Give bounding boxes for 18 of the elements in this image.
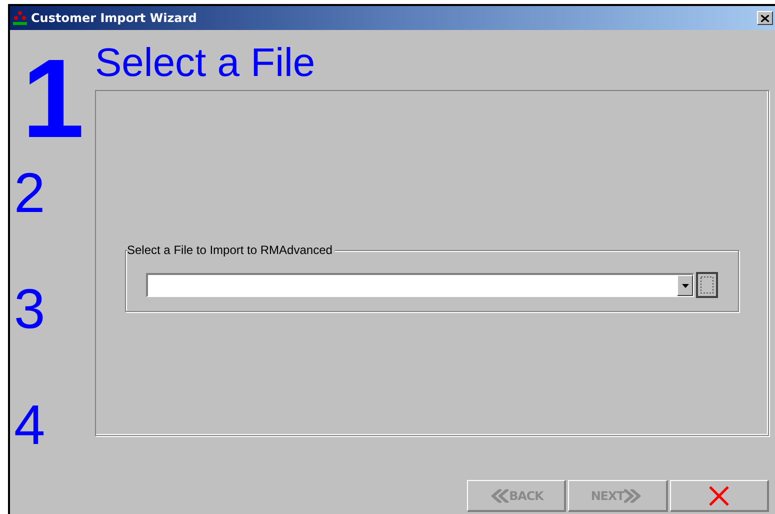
file-combo-box[interactable] [146,273,694,297]
step-number: 2 [13,164,46,222]
app-logo-icon [12,10,28,26]
dropdown-arrow-button[interactable] [677,275,693,296]
document-icon [700,276,714,294]
cancel-button[interactable] [670,480,769,512]
step-number: 1 [21,50,79,148]
page-title: Select a File [95,40,316,86]
close-icon [708,486,730,506]
caret-icon [682,284,688,288]
group-legend: Select a File to Import to RMAdvanced [127,242,336,258]
step-number: 3 [13,280,46,338]
window-title: Customer Import Wizard [31,10,197,27]
double-left-chevron-icon [489,488,510,502]
close-button[interactable] [757,11,773,25]
browse-button[interactable] [696,272,718,298]
close-icon [761,14,769,22]
step-number: 4 [13,396,46,454]
